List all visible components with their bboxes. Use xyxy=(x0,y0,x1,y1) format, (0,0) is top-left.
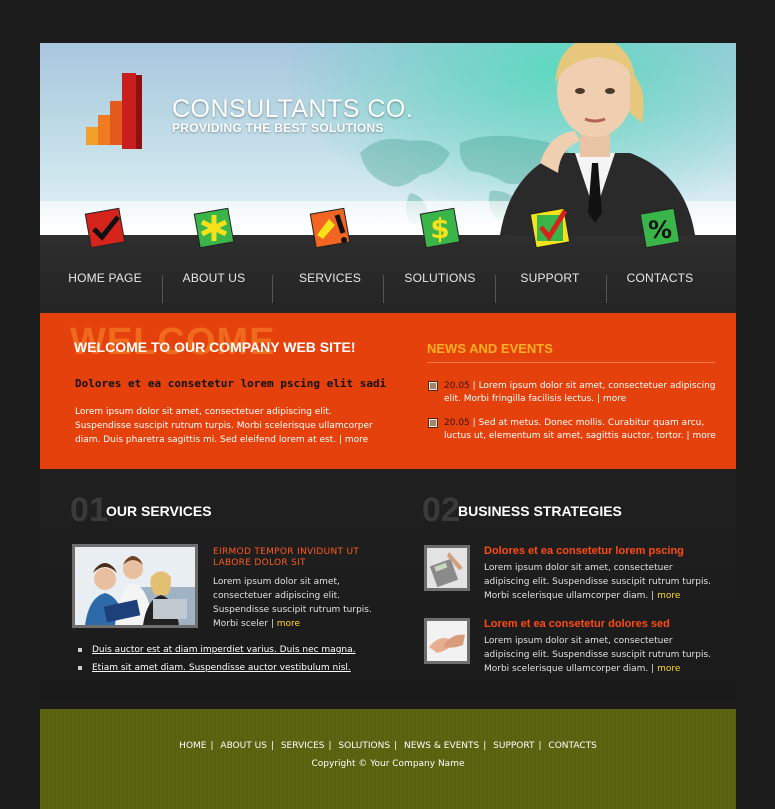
footer-link-news-events[interactable]: NEWS & EVENTS xyxy=(404,741,479,751)
nav-label: HOME PAGE xyxy=(68,271,142,285)
footer-link-about-us[interactable]: ABOUT US xyxy=(220,741,267,751)
strategy-heading: Lorem et ea consetetur dolores sed xyxy=(484,618,670,630)
bullet xyxy=(78,648,82,652)
welcome-body-text: Lorem ipsum dolor sit amet, consectetuer… xyxy=(75,407,373,445)
separator: | xyxy=(651,591,655,601)
bullet xyxy=(78,666,82,670)
services-link: Etiam sit amet diam. Suspendisse auctor … xyxy=(92,663,351,673)
strategy-heading: Dolores et ea consetetur lorem pscing xyxy=(484,545,684,557)
footer-link-home[interactable]: HOME xyxy=(179,741,206,751)
team-photo xyxy=(72,544,198,628)
nav-item-services[interactable]: SERVICES xyxy=(275,207,385,313)
news-date: 20.05 xyxy=(444,381,470,391)
nav-item-about-us[interactable]: ABOUT US xyxy=(159,207,269,313)
nav-item-home-page[interactable]: HOME PAGE xyxy=(50,207,160,313)
list-item[interactable]: Etiam sit amet diam. Suspendisse auctor … xyxy=(78,659,356,677)
separator: | xyxy=(651,664,655,674)
separator: | xyxy=(472,381,476,391)
calculator-image-svg xyxy=(427,548,467,588)
calculator-image xyxy=(424,545,470,591)
welcome-body: Lorem ipsum dolor sit amet, consectetuer… xyxy=(75,405,375,447)
services-number: 01 xyxy=(70,491,108,529)
nav-divider xyxy=(383,275,384,303)
strategy-more-link[interactable]: more xyxy=(657,664,680,674)
strategy-text: Lorem ipsum dolor sit amet, consectetuer… xyxy=(484,634,720,676)
nav-label: SUPPORT xyxy=(520,271,580,285)
separator: | xyxy=(394,741,398,751)
percent-icon: % xyxy=(639,207,681,249)
footer: HOME | ABOUT US | SERVICES | SOLUTIONS | NEW… xyxy=(40,709,736,809)
separator: | xyxy=(472,418,476,428)
separator: | xyxy=(686,431,690,441)
bar-chart-logo-icon xyxy=(86,73,142,149)
brand: CONSULTANTS CO. PROVIDING THE BEST SOLUT… xyxy=(172,95,413,135)
footer-link-solutions[interactable]: SOLUTIONS xyxy=(338,741,390,751)
news-text: 20.05 | Lorem ipsum dolor sit amet, cons… xyxy=(444,380,718,406)
nav-item-contacts[interactable]: % CONTACTS xyxy=(605,207,715,313)
separator: | xyxy=(338,435,342,445)
news-text: Lorem ipsum dolor sit amet, consectetuer… xyxy=(444,381,716,404)
strategy-more-link[interactable]: more xyxy=(657,591,680,601)
nav-label: SOLUTIONS xyxy=(404,271,476,285)
nav-label: ABOUT US xyxy=(182,271,246,285)
svg-text:%: % xyxy=(648,216,672,244)
dollar-icon: $ xyxy=(419,207,461,249)
separator: | xyxy=(597,394,601,404)
document-icon xyxy=(428,381,438,391)
welcome-title: WELCOME TO OUR COMPANY WEB SITE! xyxy=(74,339,356,355)
strategies-title: BUSINESS STRATEGIES xyxy=(458,503,622,519)
nav-item-solutions[interactable]: $ SOLUTIONS xyxy=(385,207,495,313)
news-text: Sed at metus. Donec mollis. Curabitur qu… xyxy=(444,418,705,441)
nav-divider xyxy=(272,275,273,303)
asterisk-icon xyxy=(193,207,235,249)
news-title: NEWS AND EVENTS xyxy=(427,341,553,356)
welcome-section: WELCOME WELCOME TO OUR COMPANY WEB SITE!… xyxy=(40,313,736,469)
separator: | xyxy=(210,741,214,751)
nav-item-support[interactable]: SUPPORT xyxy=(495,207,605,313)
news-more-link[interactable]: more xyxy=(692,431,715,441)
brand-tagline: PROVIDING THE BEST SOLUTIONS xyxy=(172,121,384,135)
services-more-link[interactable]: more xyxy=(277,619,300,629)
strategy-text: Lorem ipsum dolor sit amet, consectetuer… xyxy=(484,561,720,603)
services-links: Duis auctor est at diam imperdiet varius… xyxy=(78,641,356,677)
team-photo-image xyxy=(75,547,195,625)
main-navigation: HOME PAGE ABOUT US SERVICES $ SOLUTIONS … xyxy=(40,207,736,313)
services-title: OUR SERVICES xyxy=(106,503,212,519)
footer-link-services[interactable]: SERVICES xyxy=(281,741,325,751)
svg-text:$: $ xyxy=(430,212,449,245)
nav-label: CONTACTS xyxy=(626,271,694,285)
list-item[interactable]: Duis auctor est at diam imperdiet varius… xyxy=(78,641,356,659)
news-item: 20.05 | Sed at metus. Donec mollis. Cura… xyxy=(428,417,718,443)
services-link: Duis auctor est at diam imperdiet varius… xyxy=(92,645,356,655)
document-icon xyxy=(428,418,438,428)
welcome-subtitle: Dolores et ea consetetur lorem pscing el… xyxy=(75,377,387,390)
checkmark-icon xyxy=(84,207,126,249)
handshake-image-svg xyxy=(427,621,467,661)
strategies-number: 02 xyxy=(422,491,460,529)
separator: | xyxy=(538,741,542,751)
news-text: 20.05 | Sed at metus. Donec mollis. Cura… xyxy=(444,417,718,443)
services-subtitle: EIRMOD TEMPOR INVIDUNT UT LABORE DOLOR S… xyxy=(213,547,360,568)
separator: | xyxy=(270,619,274,629)
separator: | xyxy=(328,741,332,751)
content-section: 01 OUR SERVICES EIRMOD TEMPOR INVIDUNT U… xyxy=(40,469,736,701)
news-item: 20.05 | Lorem ipsum dolor sit amet, cons… xyxy=(428,380,718,406)
copyright: Copyright © Your Company Name xyxy=(311,759,465,769)
nav-label: SERVICES xyxy=(298,271,362,285)
news-more-link[interactable]: more xyxy=(603,394,626,404)
footer-link-contacts[interactable]: CONTACTS xyxy=(548,741,596,751)
welcome-more-link[interactable]: more xyxy=(345,435,368,445)
exclamation-icon xyxy=(309,207,351,249)
services-text: Lorem ipsum dolor sit amet, consectetuer… xyxy=(213,575,378,631)
footer-links: HOME | ABOUT US | SERVICES | SOLUTIONS | NEW… xyxy=(40,741,736,751)
header-banner: CONSULTANTS CO. PROVIDING THE BEST SOLUT… xyxy=(40,43,736,235)
separator: | xyxy=(270,741,274,751)
news-divider xyxy=(427,362,715,363)
footer-link-support[interactable]: SUPPORT xyxy=(493,741,534,751)
news-date: 20.05 xyxy=(444,418,470,428)
separator: | xyxy=(483,741,487,751)
handshake-image xyxy=(424,618,470,664)
check-pen-icon xyxy=(529,207,571,249)
brand-name: CONSULTANTS CO. xyxy=(172,95,414,123)
